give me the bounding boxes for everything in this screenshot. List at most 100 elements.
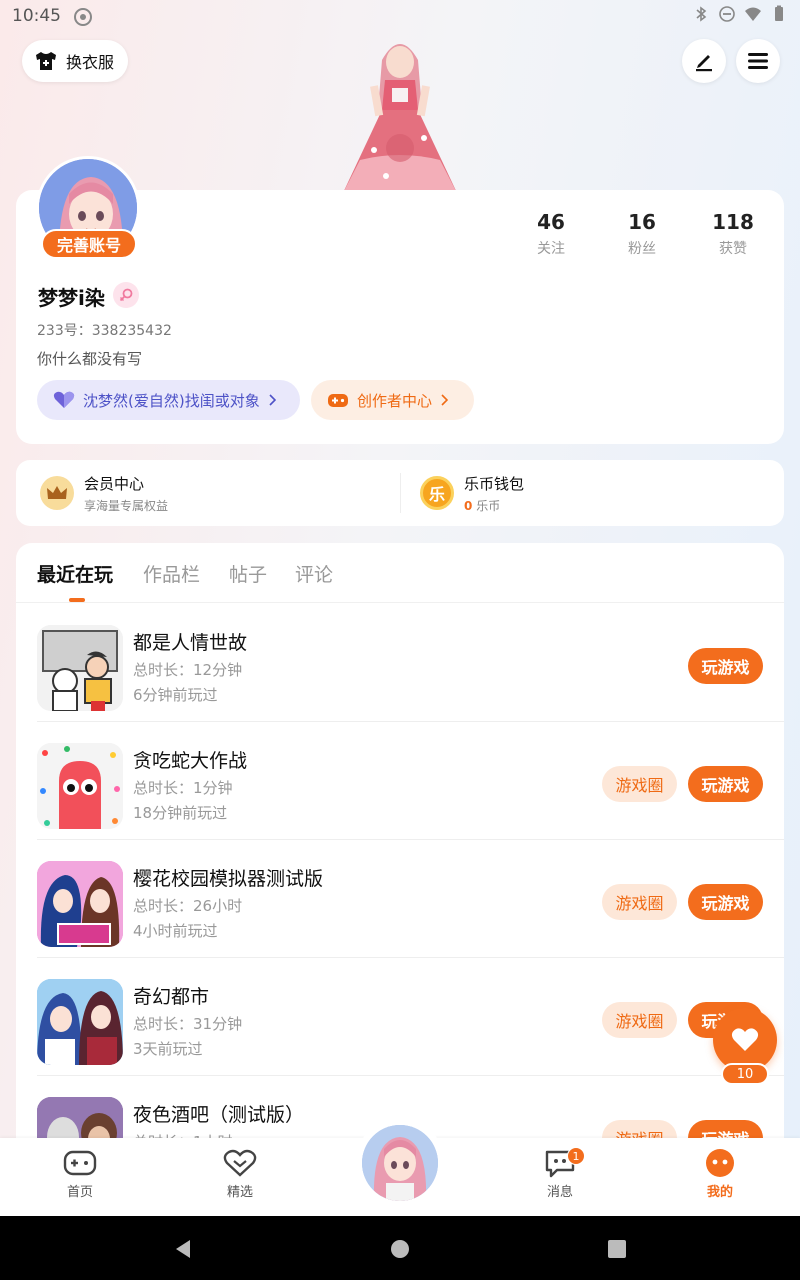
nav-mine-label: 我的 <box>706 1185 733 1200</box>
tab-posts[interactable]: 帖子 <box>229 560 267 587</box>
heart-icon <box>731 1028 759 1051</box>
game-last-played: 18分钟前玩过 <box>133 804 228 822</box>
nav-messages-label: 消息 <box>546 1185 573 1200</box>
bluetooth-icon <box>696 6 707 22</box>
game-last-played: 6分钟前玩过 <box>133 686 218 704</box>
user-bio: 你什么都没有写 <box>37 350 143 368</box>
following-label: 关注 <box>537 241 565 257</box>
likes-count: 118 <box>712 210 754 234</box>
game-title: 奇幻都市 <box>133 986 210 1008</box>
female-gender-icon <box>113 282 139 308</box>
status-time: 10:45 <box>12 6 61 26</box>
game-last-played: 4小时前玩过 <box>133 922 218 940</box>
vip-center-subtitle: 享海量专属权益 <box>84 498 169 513</box>
vip-center-entry[interactable]: 会员中心 享海量专属权益 <box>40 460 168 526</box>
fans-count: 16 <box>628 210 656 234</box>
chevron-right-icon <box>441 394 449 406</box>
game-title: 夜色酒吧（测试版） <box>133 1104 305 1126</box>
game-row[interactable]: 都是人情世故 总时长：12分钟 6分钟前玩过 玩游戏 <box>37 604 784 722</box>
vip-center-title: 会员中心 <box>84 474 145 493</box>
change-costume-label: 换衣服 <box>66 53 115 72</box>
stat-fans[interactable]: 16 粉丝 <box>602 210 682 258</box>
member-wallet-card: 会员中心 享海量专属权益 乐 乐币钱包 0 乐币 <box>16 460 784 526</box>
floating-like-count: 10 <box>721 1063 769 1085</box>
following-count: 46 <box>537 210 565 234</box>
game-last-played: 3天前玩过 <box>133 1040 203 1058</box>
screen-record-icon <box>74 8 92 26</box>
coin-icon: 乐 <box>420 476 454 510</box>
tab-recently-played[interactable]: 最近在玩 <box>37 560 113 587</box>
battery-icon <box>775 5 783 21</box>
creator-center-button[interactable]: 创作者中心 <box>311 380 474 420</box>
game-circle-button[interactable]: 游戏圈 <box>602 1002 677 1038</box>
messages-badge: 1 <box>567 1147 585 1165</box>
gamepad-icon <box>63 1150 97 1176</box>
status-bar: 10:45 <box>0 0 800 34</box>
game-row[interactable]: 樱花校园模拟器测试版 总时长：26小时 4小时前玩过 游戏圈 玩游戏 <box>37 840 784 958</box>
profile-tabs: 最近在玩 作品栏 帖子 评论 <box>16 543 784 603</box>
back-icon[interactable] <box>172 1238 194 1260</box>
nav-home[interactable]: 首页 <box>40 1148 120 1200</box>
game-row[interactable]: 奇幻都市 总时长：31分钟 3天前玩过 游戏圈 玩游戏 <box>37 958 784 1076</box>
system-navigation-bar <box>0 1216 800 1280</box>
game-row[interactable]: 贪吃蛇大作战 总时长：1分钟 18分钟前玩过 游戏圈 玩游戏 <box>37 722 784 840</box>
wallet-title: 乐币钱包 <box>464 474 525 493</box>
tab-works[interactable]: 作品栏 <box>143 560 200 587</box>
find-partner-button[interactable]: 沈梦然(爱自然)找闺或对象 <box>37 380 300 420</box>
game-duration: 总时长：31分钟 <box>133 1015 243 1033</box>
user-id: 233号：338235432 <box>37 323 172 339</box>
stat-likes[interactable]: 118 获赞 <box>693 210 773 258</box>
play-game-button[interactable]: 玩游戏 <box>688 648 763 684</box>
smiley-icon <box>706 1149 734 1177</box>
play-game-button[interactable]: 玩游戏 <box>688 884 763 920</box>
game-icon-snake[interactable] <box>37 743 123 829</box>
tab-indicator <box>69 598 85 602</box>
nav-mine[interactable]: 我的 <box>680 1148 760 1200</box>
wallet-unit: 乐币 <box>476 498 501 513</box>
game-circle-button[interactable]: 游戏圈 <box>602 766 677 802</box>
game-icon-sakura[interactable] <box>37 861 123 947</box>
status-icons <box>692 5 788 23</box>
wallet-entry[interactable]: 乐 乐币钱包 0 乐币 <box>420 460 524 526</box>
menu-icon <box>748 53 768 69</box>
home-icon[interactable] <box>389 1238 411 1260</box>
game-duration: 总时长：26小时 <box>133 897 243 915</box>
recent-games-card: 最近在玩 作品栏 帖子 评论 都是人情世故 总时长：12分钟 6分钟前玩过 玩游… <box>16 543 784 1163</box>
tshirt-icon <box>36 52 56 70</box>
pen-icon <box>696 55 712 72</box>
nav-featured[interactable]: 精选 <box>200 1148 280 1200</box>
menu-button[interactable] <box>736 39 780 83</box>
recents-icon[interactable] <box>606 1238 628 1260</box>
nav-center-avatar[interactable] <box>362 1125 438 1201</box>
likes-label: 获赞 <box>719 241 747 257</box>
creator-center-label: 创作者中心 <box>357 391 433 410</box>
wifi-icon <box>745 7 761 21</box>
gamepad-icon <box>328 394 348 407</box>
edit-button[interactable] <box>682 39 726 83</box>
find-partner-label: 沈梦然(爱自然)找闺或对象 <box>83 391 260 410</box>
avatar-character-figure[interactable] <box>330 30 470 195</box>
avatar-portrait <box>362 1125 438 1201</box>
nav-featured-label: 精选 <box>226 1185 253 1200</box>
tab-comments[interactable]: 评论 <box>295 560 333 587</box>
heart-icon <box>53 391 75 408</box>
dnd-icon <box>719 6 735 22</box>
chevron-right-icon <box>269 394 276 406</box>
crown-icon <box>40 476 74 510</box>
play-game-button[interactable]: 玩游戏 <box>688 766 763 802</box>
game-title: 樱花校园模拟器测试版 <box>133 868 324 890</box>
change-costume-button[interactable]: 换衣服 <box>22 40 129 82</box>
nav-messages[interactable]: 消息 <box>520 1148 600 1200</box>
nav-home-label: 首页 <box>66 1185 93 1200</box>
username: 梦梦i染 <box>38 286 105 310</box>
game-circle-button[interactable]: 游戏圈 <box>602 884 677 920</box>
game-title: 贪吃蛇大作战 <box>133 750 248 772</box>
game-icon-renqing[interactable] <box>37 625 123 711</box>
divider <box>400 473 401 513</box>
wallet-amount: 0 <box>464 498 473 513</box>
complete-account-button[interactable]: 完善账号 <box>41 229 137 259</box>
heart-outline-icon <box>223 1149 257 1177</box>
game-duration: 总时长：12分钟 <box>133 661 243 679</box>
stat-following[interactable]: 46 关注 <box>511 210 591 258</box>
game-icon-fantasy-city[interactable] <box>37 979 123 1065</box>
